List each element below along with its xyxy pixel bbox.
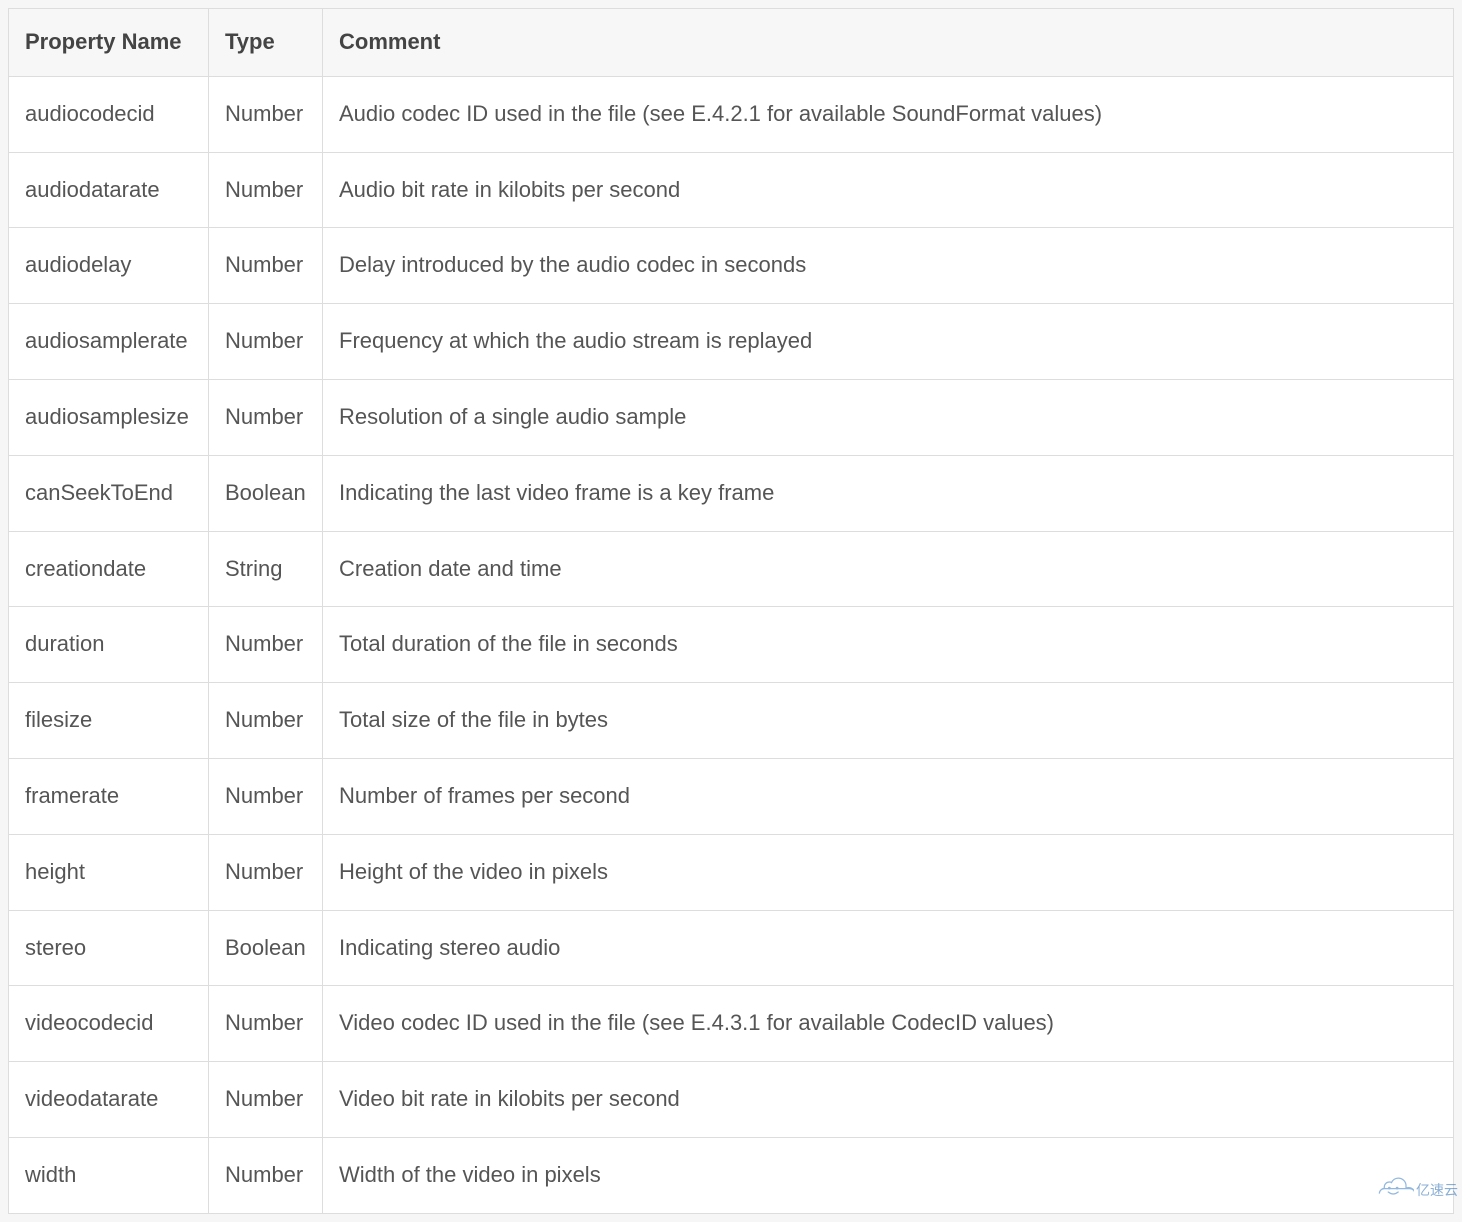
cell-comment: Width of the video in pixels xyxy=(323,1137,1454,1213)
watermark-text: 亿速云 xyxy=(1416,1180,1458,1200)
table-row: canSeekToEndBooleanIndicating the last v… xyxy=(9,455,1454,531)
cell-comment: Total duration of the file in seconds xyxy=(323,607,1454,683)
cell-comment: Resolution of a single audio sample xyxy=(323,379,1454,455)
cell-comment: Indicating stereo audio xyxy=(323,910,1454,986)
cell-type: Number xyxy=(209,986,323,1062)
cell-comment: Height of the video in pixels xyxy=(323,834,1454,910)
table-row: videodatarateNumberVideo bit rate in kil… xyxy=(9,1062,1454,1138)
table-body: audiocodecidNumberAudio codec ID used in… xyxy=(9,76,1454,1213)
cell-property-name: height xyxy=(9,834,209,910)
cell-property-name: canSeekToEnd xyxy=(9,455,209,531)
cell-property-name: audiodatarate xyxy=(9,152,209,228)
table-row: audiodatarateNumberAudio bit rate in kil… xyxy=(9,152,1454,228)
cell-property-name: audiodelay xyxy=(9,228,209,304)
cell-type: Number xyxy=(209,607,323,683)
table-row: durationNumberTotal duration of the file… xyxy=(9,607,1454,683)
cell-type: Number xyxy=(209,758,323,834)
cell-type: Number xyxy=(209,1062,323,1138)
cell-property-name: creationdate xyxy=(9,531,209,607)
cell-comment: Video codec ID used in the file (see E.4… xyxy=(323,986,1454,1062)
cloud-icon xyxy=(1378,1177,1414,1202)
table-row: stereoBooleanIndicating stereo audio xyxy=(9,910,1454,986)
cell-type: String xyxy=(209,531,323,607)
cell-type: Number xyxy=(209,152,323,228)
table-row: audiocodecidNumberAudio codec ID used in… xyxy=(9,76,1454,152)
cell-property-name: audiosamplerate xyxy=(9,304,209,380)
watermark: 亿速云 xyxy=(1378,1177,1458,1202)
cell-type: Boolean xyxy=(209,910,323,986)
cell-property-name: framerate xyxy=(9,758,209,834)
header-comment: Comment xyxy=(323,9,1454,77)
table-row: framerateNumberNumber of frames per seco… xyxy=(9,758,1454,834)
cell-property-name: width xyxy=(9,1137,209,1213)
table-header: Property Name Type Comment xyxy=(9,9,1454,77)
cell-comment: Total size of the file in bytes xyxy=(323,683,1454,759)
cell-property-name: audiosamplesize xyxy=(9,379,209,455)
table-row: heightNumberHeight of the video in pixel… xyxy=(9,834,1454,910)
table-row: creationdateStringCreation date and time xyxy=(9,531,1454,607)
cell-property-name: stereo xyxy=(9,910,209,986)
cell-property-name: filesize xyxy=(9,683,209,759)
cell-comment: Audio codec ID used in the file (see E.4… xyxy=(323,76,1454,152)
cell-comment: Number of frames per second xyxy=(323,758,1454,834)
table-row: widthNumberWidth of the video in pixels xyxy=(9,1137,1454,1213)
cell-property-name: videocodecid xyxy=(9,986,209,1062)
header-property-name: Property Name xyxy=(9,9,209,77)
cell-type: Boolean xyxy=(209,455,323,531)
table-row: audiodelayNumberDelay introduced by the … xyxy=(9,228,1454,304)
cell-comment: Frequency at which the audio stream is r… xyxy=(323,304,1454,380)
cell-property-name: videodatarate xyxy=(9,1062,209,1138)
cell-comment: Audio bit rate in kilobits per second xyxy=(323,152,1454,228)
table-row: videocodecidNumberVideo codec ID used in… xyxy=(9,986,1454,1062)
cell-type: Number xyxy=(209,76,323,152)
cell-comment: Delay introduced by the audio codec in s… xyxy=(323,228,1454,304)
cell-type: Number xyxy=(209,683,323,759)
header-type: Type xyxy=(209,9,323,77)
cell-type: Number xyxy=(209,304,323,380)
cell-property-name: duration xyxy=(9,607,209,683)
table-row: audiosamplesizeNumberResolution of a sin… xyxy=(9,379,1454,455)
cell-type: Number xyxy=(209,228,323,304)
cell-type: Number xyxy=(209,379,323,455)
cell-type: Number xyxy=(209,1137,323,1213)
cell-type: Number xyxy=(209,834,323,910)
table-row: audiosamplerateNumberFrequency at which … xyxy=(9,304,1454,380)
cell-property-name: audiocodecid xyxy=(9,76,209,152)
cell-comment: Indicating the last video frame is a key… xyxy=(323,455,1454,531)
properties-table: Property Name Type Comment audiocodecidN… xyxy=(8,8,1454,1214)
cell-comment: Creation date and time xyxy=(323,531,1454,607)
table-row: filesizeNumberTotal size of the file in … xyxy=(9,683,1454,759)
cell-comment: Video bit rate in kilobits per second xyxy=(323,1062,1454,1138)
